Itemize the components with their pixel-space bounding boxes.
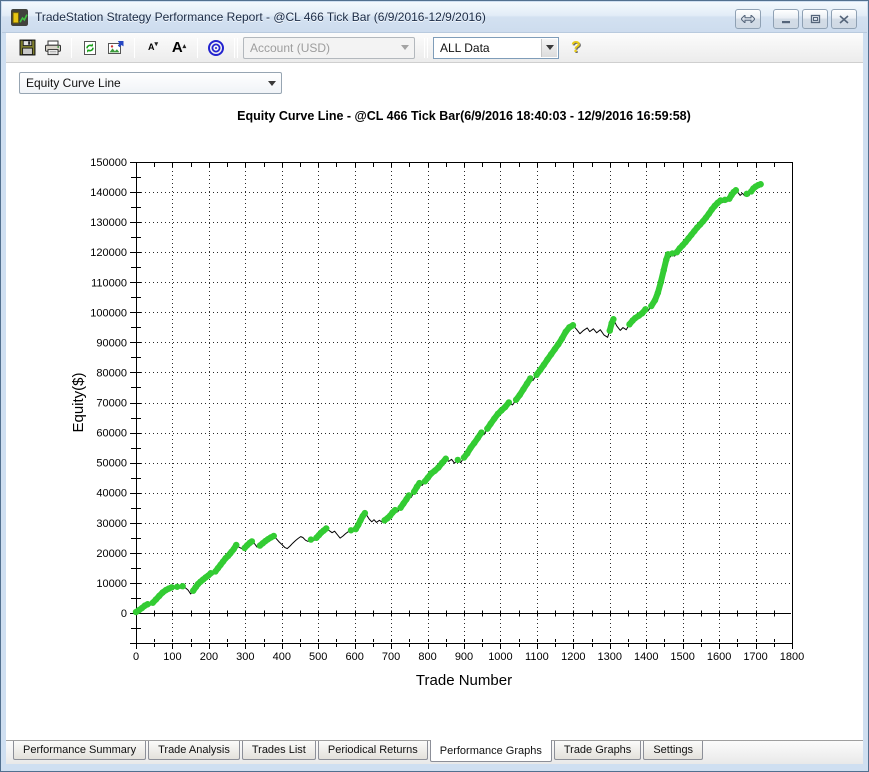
svg-text:1400: 1400 xyxy=(634,651,658,663)
report-content: Equity Curve Line Equity Curve Line - @C… xyxy=(6,63,863,740)
report-image-icon xyxy=(108,40,124,54)
svg-text:140000: 140000 xyxy=(90,187,127,199)
svg-text:60000: 60000 xyxy=(96,428,127,440)
svg-text:1300: 1300 xyxy=(598,651,622,663)
save-button[interactable] xyxy=(14,36,40,60)
svg-text:Equity($): Equity($) xyxy=(70,372,87,432)
toolbar-separator xyxy=(134,37,135,58)
svg-text:150000: 150000 xyxy=(90,157,127,169)
svg-text:80000: 80000 xyxy=(96,367,127,379)
window-title: TradeStation Strategy Performance Report… xyxy=(35,10,486,24)
account-dropdown-value: Account (USD) xyxy=(250,40,331,55)
bullseye-icon xyxy=(208,39,224,56)
tab-performance-summary[interactable]: Performance Summary xyxy=(13,741,147,760)
tab-bar: Performance Summary Trade Analysis Trades … xyxy=(6,740,863,764)
toolbar-separator xyxy=(424,37,425,58)
font-decrease-icon: A▾ xyxy=(147,41,158,52)
svg-text:1600: 1600 xyxy=(707,651,731,663)
data-range-dropdown-value: ALL Data xyxy=(440,40,490,55)
chevron-down-icon xyxy=(397,39,413,57)
svg-text:100000: 100000 xyxy=(90,307,127,319)
minimize-icon xyxy=(782,20,790,23)
svg-text:20000: 20000 xyxy=(96,548,127,560)
svg-text:Trade Number: Trade Number xyxy=(416,672,512,689)
svg-text:800: 800 xyxy=(418,651,436,663)
print-button[interactable] xyxy=(40,36,66,60)
svg-text:1500: 1500 xyxy=(670,651,694,663)
svg-text:300: 300 xyxy=(236,651,254,663)
svg-text:100: 100 xyxy=(163,651,181,663)
toolbar-separator xyxy=(71,37,72,58)
help-icon[interactable]: ? xyxy=(571,39,581,57)
double-arrow-icon xyxy=(741,15,755,23)
tab-settings[interactable]: Settings xyxy=(643,741,704,760)
svg-text:10000: 10000 xyxy=(96,578,127,590)
restore-button[interactable] xyxy=(802,9,828,29)
svg-text:1100: 1100 xyxy=(525,651,549,663)
svg-text:500: 500 xyxy=(309,651,327,663)
chevron-down-icon xyxy=(541,38,557,57)
minimize-button[interactable] xyxy=(773,9,799,29)
font-increase-icon: A▴ xyxy=(171,39,187,56)
toolbar-separator xyxy=(427,37,428,58)
tab-periodical-returns[interactable]: Periodical Returns xyxy=(317,741,428,760)
report-settings-button[interactable] xyxy=(103,36,129,60)
tab-trade-analysis[interactable]: Trade Analysis xyxy=(148,741,240,760)
svg-text:900: 900 xyxy=(455,651,473,663)
svg-text:90000: 90000 xyxy=(96,337,127,349)
toolbar-separator xyxy=(234,37,235,58)
svg-text:30000: 30000 xyxy=(96,518,127,530)
print-icon xyxy=(45,40,61,55)
font-increase-button[interactable]: A▴ xyxy=(166,36,192,60)
svg-text:200: 200 xyxy=(200,651,218,663)
save-icon xyxy=(19,39,35,56)
target-button[interactable] xyxy=(203,36,229,60)
tab-trade-graphs[interactable]: Trade Graphs xyxy=(553,741,642,760)
account-dropdown[interactable]: Account (USD) xyxy=(243,36,415,59)
refresh-button[interactable] xyxy=(77,36,103,60)
toolbar: A▾ A▴ Account (USD) ALL Data ? xyxy=(6,33,863,63)
toolbar-separator xyxy=(197,37,198,58)
svg-text:0: 0 xyxy=(121,608,127,620)
dock-toggle-button[interactable] xyxy=(735,9,761,29)
svg-text:1200: 1200 xyxy=(561,651,585,663)
data-range-dropdown[interactable]: ALL Data xyxy=(433,36,559,59)
toolbar-separator xyxy=(237,37,238,58)
svg-text:120000: 120000 xyxy=(90,247,127,259)
app-icon xyxy=(11,8,28,26)
refresh-icon xyxy=(84,40,96,55)
svg-text:1800: 1800 xyxy=(780,651,804,663)
close-icon xyxy=(839,14,849,24)
svg-text:70000: 70000 xyxy=(96,398,127,410)
svg-text:600: 600 xyxy=(345,651,363,663)
title-bar: TradeStation Strategy Performance Report… xyxy=(2,2,867,33)
restore-icon xyxy=(810,14,820,24)
tab-trades-list[interactable]: Trades List xyxy=(241,741,316,760)
svg-text:130000: 130000 xyxy=(90,217,127,229)
tab-performance-graphs[interactable]: Performance Graphs xyxy=(429,740,552,762)
svg-text:110000: 110000 xyxy=(91,277,127,289)
svg-text:400: 400 xyxy=(273,651,291,663)
svg-text:40000: 40000 xyxy=(96,488,127,500)
svg-text:0: 0 xyxy=(133,651,139,663)
performance-report-window: TradeStation Strategy Performance Report… xyxy=(0,0,869,772)
svg-text:1700: 1700 xyxy=(743,651,767,663)
svg-text:1000: 1000 xyxy=(488,651,512,663)
svg-text:700: 700 xyxy=(382,651,400,663)
svg-text:50000: 50000 xyxy=(96,458,127,470)
font-decrease-button[interactable]: A▾ xyxy=(140,36,166,60)
close-button[interactable] xyxy=(831,9,857,29)
window-controls xyxy=(732,9,857,29)
chart-canvas: 0100002000030000400005000060000700008000… xyxy=(70,157,804,689)
